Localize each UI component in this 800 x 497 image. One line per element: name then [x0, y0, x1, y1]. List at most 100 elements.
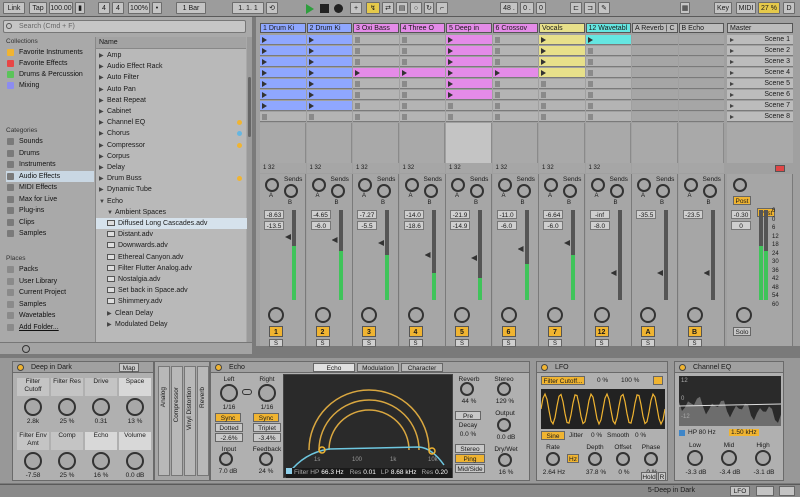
capture-icon[interactable]: ▤	[396, 2, 408, 14]
clip-stop-icon[interactable]	[355, 59, 360, 65]
pan-knob[interactable]	[454, 307, 470, 323]
track-header[interactable]: B Echo	[678, 23, 724, 33]
waveform-select[interactable]: Sine	[541, 431, 565, 440]
clip-stop-icon[interactable]	[401, 81, 407, 87]
clip-stop-icon[interactable]	[262, 114, 267, 120]
clip-stop-icon[interactable]	[401, 37, 407, 43]
follow-icon[interactable]: ⟲	[266, 2, 278, 14]
list-item[interactable]: Filter Flutter Analog.adv	[96, 263, 247, 274]
clip-slot-empty[interactable]	[678, 101, 724, 111]
loop-length[interactable]: 0 .	[520, 2, 534, 14]
clip-slot-filled[interactable]	[260, 68, 306, 78]
left-mode-select[interactable]: Dotted	[215, 423, 243, 432]
high-knob[interactable]	[755, 450, 771, 466]
tab-modulation[interactable]: Modulation	[357, 363, 399, 372]
clip-stop-icon[interactable]	[587, 48, 593, 54]
clip-slot-empty[interactable]	[306, 112, 352, 122]
pan-knob[interactable]	[407, 307, 424, 323]
pan-knob[interactable]	[593, 307, 610, 323]
solo-button[interactable]: Solo	[733, 327, 751, 336]
clip-stop-icon[interactable]	[587, 70, 593, 76]
clip-slot-filled[interactable]	[446, 90, 492, 100]
clip-slot-empty[interactable]	[585, 57, 631, 67]
clip-slot-empty[interactable]	[353, 57, 399, 67]
right-offset[interactable]: -3.4%	[253, 433, 281, 442]
back-to-arrangement-icon[interactable]: ⇄	[382, 2, 394, 14]
clip-slot-empty[interactable]	[678, 112, 724, 122]
retrigger-button[interactable]: R	[658, 472, 666, 481]
clip-play-icon[interactable]	[541, 48, 546, 54]
volume-value[interactable]: -35.5	[636, 210, 656, 219]
track-header[interactable]: 2 Drum Ki	[306, 23, 352, 33]
clip-play-icon[interactable]	[494, 70, 500, 76]
clip-slot-empty[interactable]	[632, 79, 678, 89]
volume-fader[interactable]	[517, 246, 524, 252]
clip-slot-empty[interactable]	[446, 101, 492, 111]
volume-fader[interactable]	[285, 234, 291, 240]
eq-header[interactable]: Channel EQ	[675, 362, 783, 373]
clip-slot-empty[interactable]	[492, 57, 538, 67]
clip-slot-empty[interactable]	[678, 46, 724, 56]
stereo-knob[interactable]	[497, 382, 511, 396]
clip-slot-empty[interactable]	[585, 112, 631, 122]
solo-button[interactable]: S	[362, 339, 376, 347]
track-activator-button[interactable]: 6	[501, 326, 516, 337]
track-activator-button[interactable]: A	[641, 326, 655, 337]
chain-device[interactable]: Analog	[158, 366, 170, 476]
clip-slot-filled[interactable]	[446, 68, 492, 78]
clip-slot-empty[interactable]	[585, 79, 631, 89]
automation-arm-icon[interactable]: ↯	[366, 2, 380, 14]
pan-value[interactable]: -6.0	[496, 221, 517, 230]
clip-play-icon[interactable]	[308, 92, 314, 98]
volume-value[interactable]: -6.64	[543, 210, 563, 219]
track-activator-button[interactable]: B	[687, 326, 702, 337]
clip-slot-empty[interactable]	[632, 101, 678, 111]
lfo-target[interactable]: Filter Cutoff...	[541, 376, 585, 385]
list-item[interactable]: ▶ Beat Repeat	[96, 95, 247, 106]
track-header[interactable]: 3 Oxi Bass	[353, 23, 399, 33]
clip-slot-filled[interactable]	[539, 46, 585, 56]
clip-play-icon[interactable]	[448, 59, 453, 65]
clip-play-icon[interactable]	[262, 37, 267, 43]
pan-value[interactable]: -6.0	[543, 221, 563, 230]
volume-value[interactable]: -23.5	[682, 210, 703, 219]
send-b-knob[interactable]	[516, 184, 531, 198]
track-activator-button[interactable]: 12	[594, 326, 609, 337]
clip-stop-icon[interactable]	[587, 81, 593, 87]
pan-knob[interactable]	[686, 307, 703, 323]
clip-slot-empty[interactable]	[585, 68, 631, 78]
ping-pong-button[interactable]: Ping Pong	[455, 454, 485, 472]
volume-value[interactable]: -14.0	[403, 210, 424, 219]
clip-play-icon[interactable]	[587, 37, 593, 43]
clip-slot-empty[interactable]	[632, 35, 678, 45]
name-column-header[interactable]: Name	[96, 37, 246, 49]
clip-slot-empty[interactable]	[678, 57, 724, 67]
list-item[interactable]: ▶ Channel EQ	[96, 117, 247, 128]
send-a-knob[interactable]	[497, 178, 512, 192]
clip-slot-empty[interactable]	[539, 79, 585, 89]
arrangement-pos[interactable]: 1. 1. 1	[232, 2, 264, 14]
volume-value[interactable]: -21.9	[450, 210, 470, 219]
lfo-multimap-icon[interactable]	[653, 376, 663, 385]
play-icon[interactable]	[306, 4, 314, 14]
macro-knob[interactable]	[92, 452, 110, 470]
volume-fader[interactable]	[657, 270, 663, 276]
clip-slot-filled[interactable]	[306, 68, 352, 78]
send-a-knob[interactable]	[544, 178, 558, 192]
volume-value[interactable]: -4.65	[310, 210, 331, 219]
clip-play-icon[interactable]	[355, 70, 360, 76]
clip-slot-empty[interactable]	[353, 46, 399, 56]
macro-knob[interactable]	[126, 452, 144, 470]
clip-slot-empty[interactable]	[539, 101, 585, 111]
send-b-knob[interactable]	[423, 184, 438, 198]
key-map-button[interactable]: Key	[714, 2, 732, 14]
clip-play-icon[interactable]	[308, 81, 314, 87]
clip-play-icon[interactable]	[308, 48, 314, 54]
list-item[interactable]: ▼ Ambient Spaces	[96, 207, 247, 218]
scene-play-icon[interactable]	[730, 115, 734, 119]
rate-mode-button[interactable]: Hz	[567, 454, 579, 463]
pan-value[interactable]: -6.0	[310, 221, 331, 230]
clip-slot-filled[interactable]	[399, 68, 445, 78]
macro-knob[interactable]	[24, 398, 42, 416]
clip-slot-empty[interactable]	[353, 112, 399, 122]
